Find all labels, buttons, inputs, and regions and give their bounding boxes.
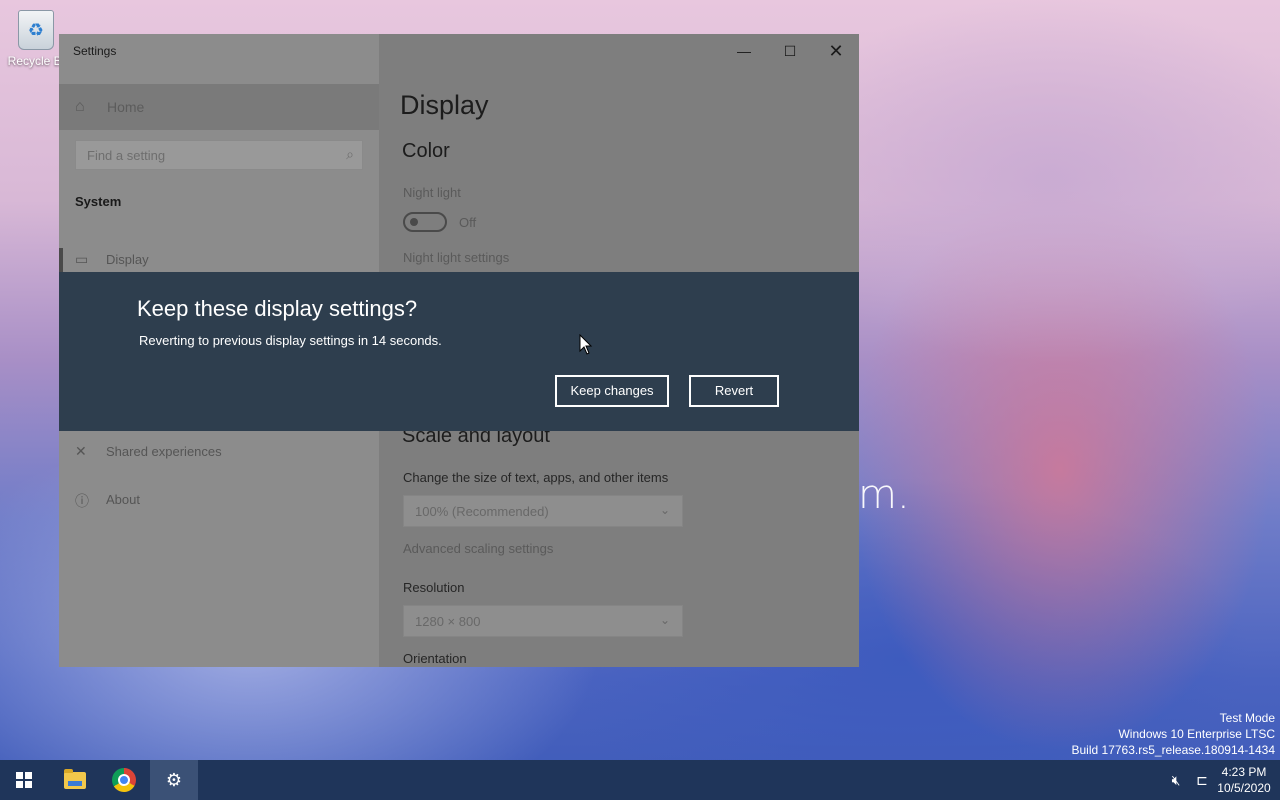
watermark-line: Windows 10 Enterprise LTSC [1118,727,1275,741]
search-input[interactable]: Find a setting ⌕ [75,140,363,170]
night-light-settings-link[interactable]: Night light settings [403,250,509,265]
dialog-title: Keep these display settings? [137,296,418,321]
minimize-button[interactable]: — [721,34,767,68]
keep-changes-button[interactable]: Keep changes [555,375,669,407]
sidebar-home[interactable]: ⌂ Home [59,84,379,130]
sidebar-item-label: Display [106,252,149,267]
toggle-knob [410,218,418,226]
file-explorer-button[interactable] [50,760,98,800]
search-icon: ⌕ [346,146,354,162]
color-heading: Color [402,140,450,162]
sidebar-item-shared-experiences[interactable]: ✕ Shared experiences [59,432,379,472]
clock-time: 4:23 PM [1221,765,1267,779]
recycle-bin-icon [18,10,54,50]
taskbar-clock[interactable]: 4:23 PM 10/5/2020 [1214,764,1274,796]
folder-icon [64,769,86,789]
monitor-icon: ▭ [75,251,89,267]
resolution-value: 1280 × 800 [415,614,481,629]
orientation-label: Orientation [403,651,467,666]
clock-date: 10/5/2020 [1217,781,1271,795]
watermark-line: Build 17763.rs5_release.180914-1434 [1071,743,1276,757]
sidebar-home-label: Home [107,99,145,115]
windows-logo-icon [16,772,32,788]
keep-display-settings-dialog: Keep these display settings? Reverting t… [59,272,859,431]
page-title: Display [400,90,489,120]
window-titlebar[interactable]: Settings — ☐ ✕ [59,34,859,68]
sidebar-item-label: Shared experiences [106,444,222,459]
volume-muted-icon[interactable]: 🔇︎ [1164,760,1188,800]
chevron-down-icon: ⌄ [659,503,670,517]
scale-label: Change the size of text, apps, and other… [403,470,669,485]
watermark-line: Test Mode [1219,711,1275,725]
resolution-label: Resolution [403,580,465,595]
taskbar: ⚙ 🔇︎ ⊏ 4:23 PM 10/5/2020 [0,760,1280,800]
maximize-button[interactable]: ☐ [767,34,813,68]
dialog-message: Reverting to previous display settings i… [139,333,442,348]
background-text: m. [858,472,910,518]
start-button[interactable] [0,760,48,800]
home-icon: ⌂ [75,98,85,115]
scale-value: 100% (Recommended) [415,504,549,519]
chevron-down-icon: ⌄ [659,613,670,627]
scale-dropdown[interactable]: 100% (Recommended) ⌄ [403,495,683,527]
night-light-label: Night light [403,185,461,200]
test-mode-watermark: Test Mode Windows 10 Enterprise LTSC Bui… [1072,710,1276,758]
advanced-scaling-link[interactable]: Advanced scaling settings [403,541,553,556]
network-icon[interactable]: ⊏ [1190,760,1214,800]
chrome-button[interactable] [100,760,148,800]
close-button[interactable]: ✕ [813,34,859,68]
sidebar-section-title: System [75,194,122,209]
info-icon: ⓘ [75,493,89,509]
search-placeholder: Find a setting [87,148,166,163]
window-title: Settings [73,44,117,58]
mouse-cursor-icon [579,334,593,355]
night-light-toggle[interactable] [403,212,447,232]
settings-taskbar-button[interactable]: ⚙ [150,760,198,800]
sidebar-item-label: About [106,492,140,507]
gear-icon: ⚙ [165,770,183,790]
sidebar-item-about[interactable]: ⓘ About [59,480,379,520]
resolution-dropdown[interactable]: 1280 × 800 ⌄ [403,605,683,637]
shared-experiences-icon: ✕ [75,443,87,459]
revert-button[interactable]: Revert [689,375,779,407]
chrome-icon [112,768,136,792]
night-light-state: Off [459,215,477,230]
